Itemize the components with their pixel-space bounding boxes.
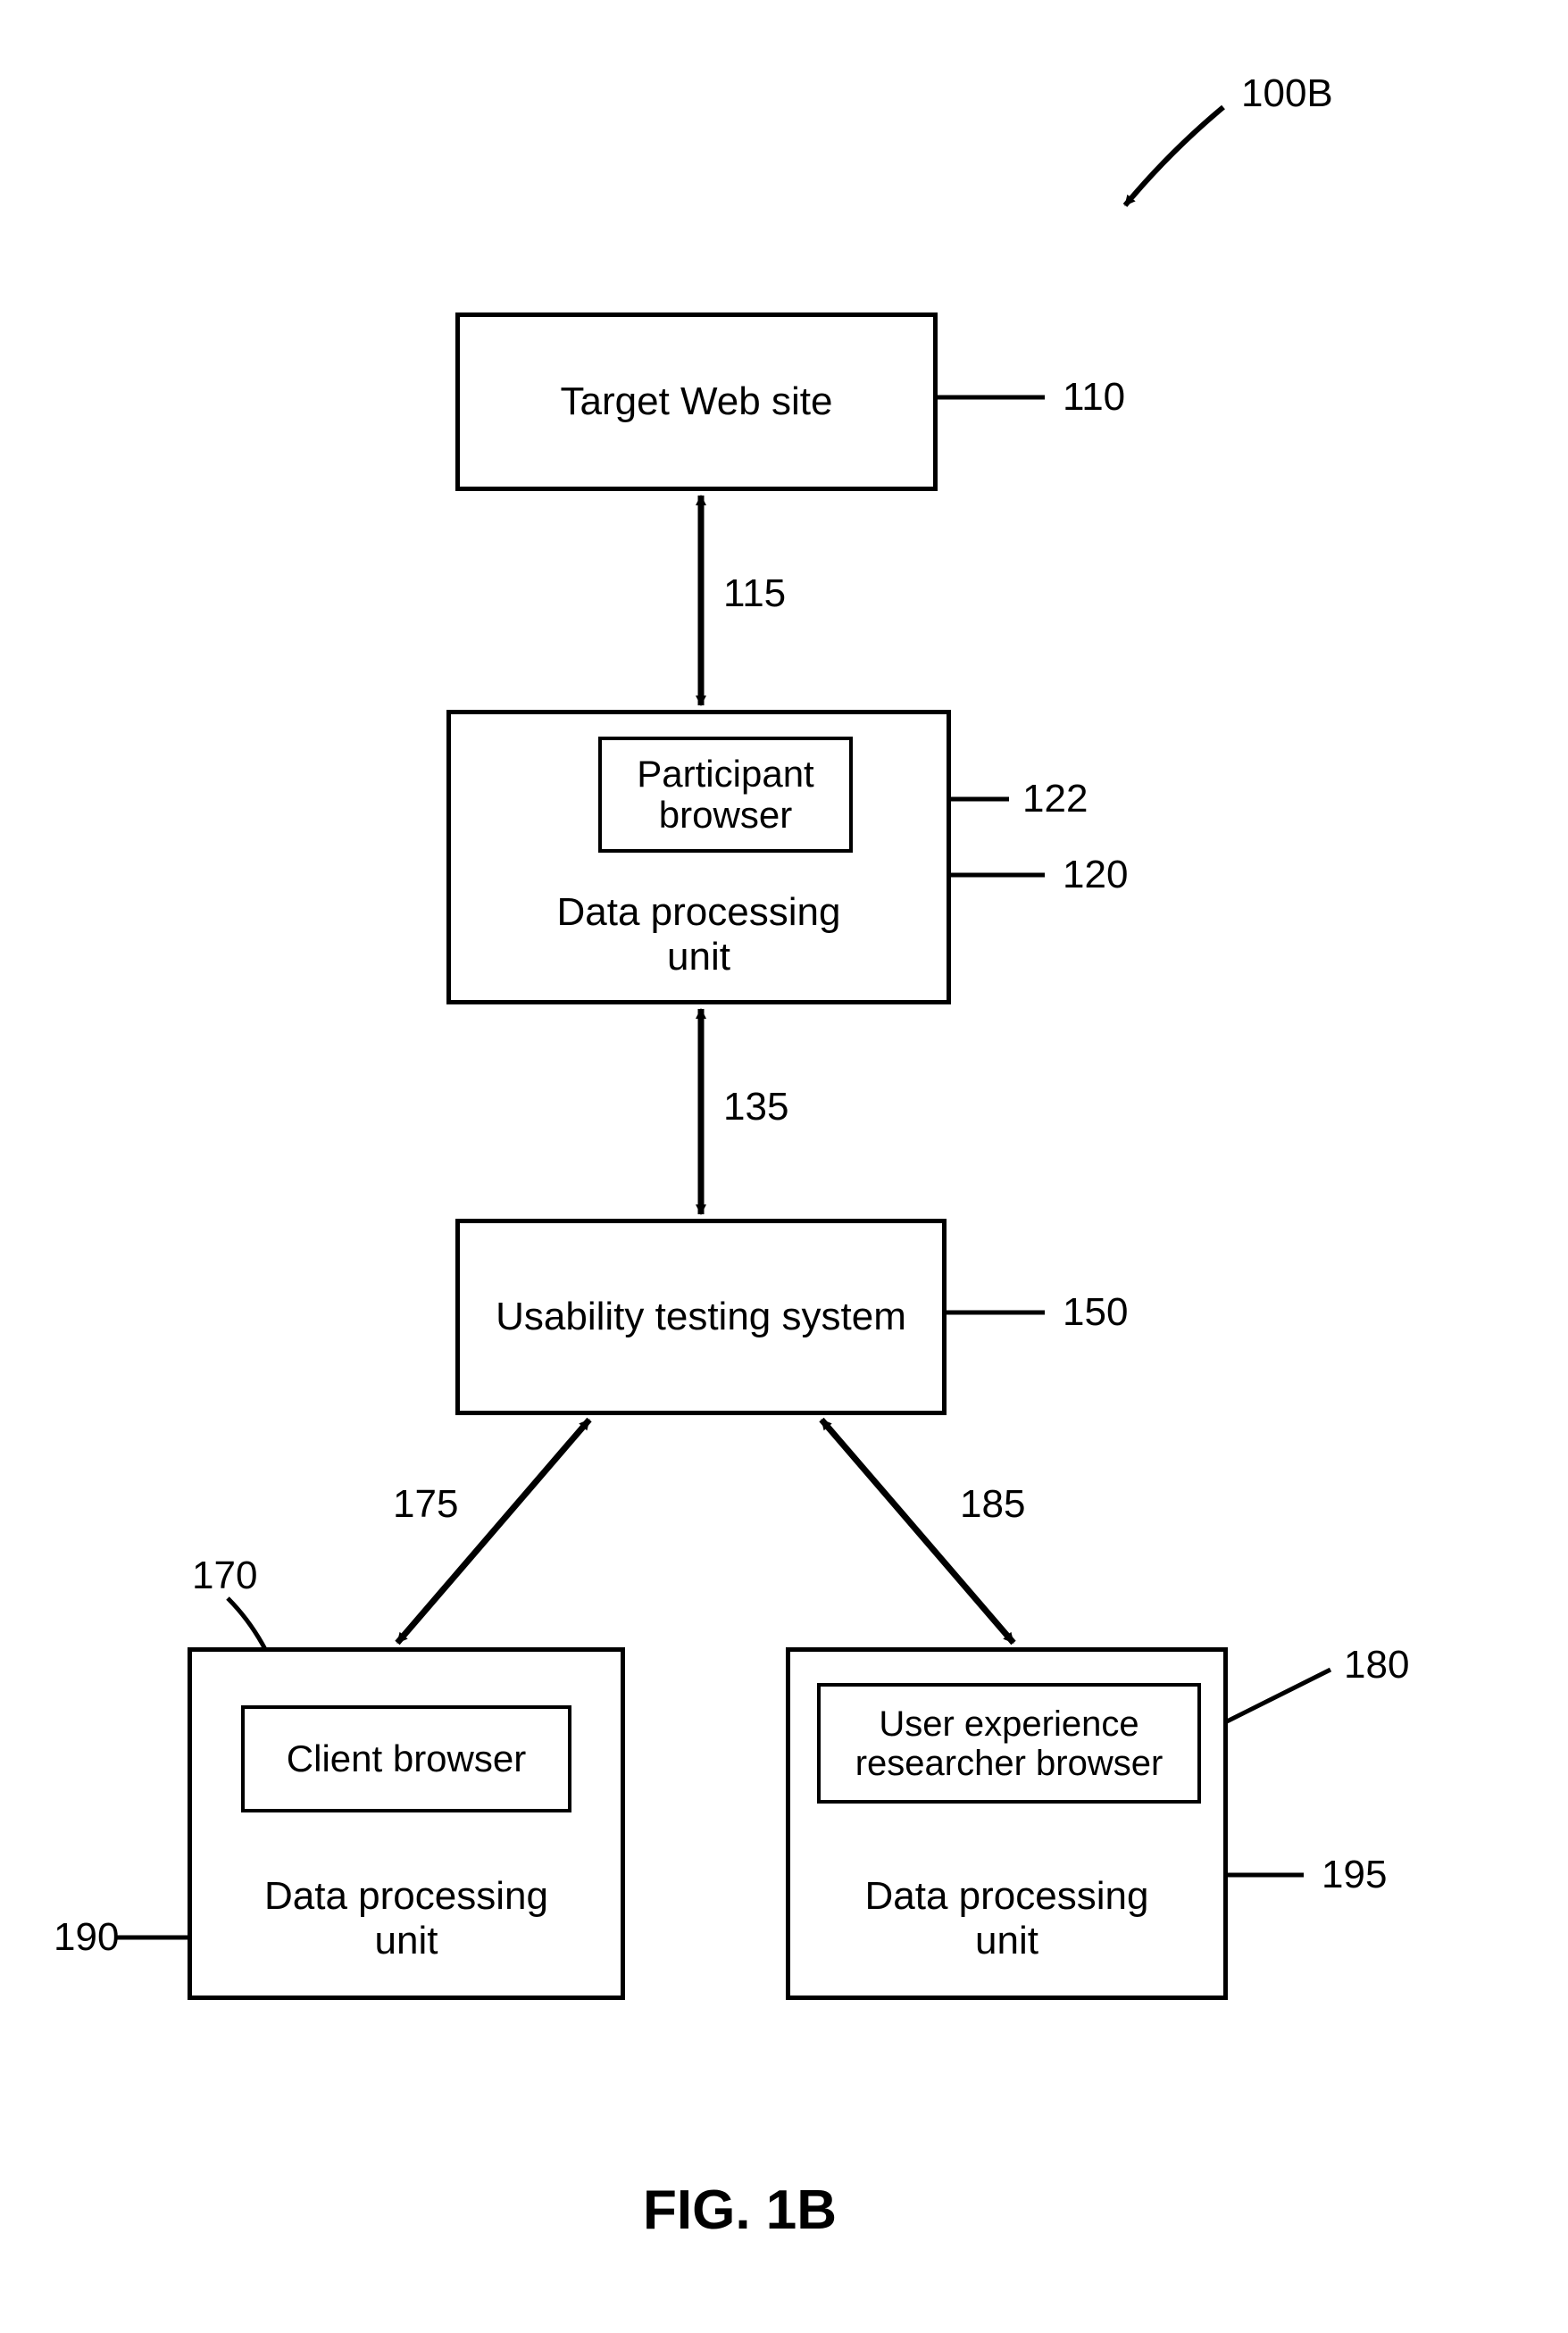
ref-150: 150 <box>1063 1290 1128 1335</box>
diagram-stage: 100B Target Web site 110 115 Data proces… <box>0 0 1568 2333</box>
box-usability-system: Usability testing system <box>455 1219 947 1415</box>
box-client-browser-text: Client browser <box>287 1738 526 1779</box>
connector-115-label: 115 <box>723 571 786 616</box>
ref-122: 122 <box>1022 777 1088 821</box>
box-target-website: Target Web site <box>455 312 938 491</box>
ref-195: 195 <box>1322 1853 1387 1897</box>
figure-ref-label: 100B <box>1241 71 1333 116</box>
connector-135-label: 135 <box>723 1085 788 1129</box>
box-target-website-text: Target Web site <box>561 379 833 425</box>
ref-170: 170 <box>192 1554 257 1598</box>
box-usability-system-text: Usability testing system <box>496 1295 906 1340</box>
box-participant-browser-text: Participant browser <box>637 754 813 836</box>
box-participant-browser: Participant browser <box>598 737 853 853</box>
box-client-dpu: Data processing unit <box>188 1647 625 2000</box>
box-ux-dpu-text: Data processing unit <box>865 1874 1149 1964</box>
box-participant-dpu-text: Data processing unit <box>557 890 841 980</box>
box-ux-browser-text: User experience researcher browser <box>855 1704 1163 1783</box>
ref-120: 120 <box>1063 853 1128 897</box>
ref-190: 190 <box>54 1915 119 1960</box>
ref-180: 180 <box>1344 1643 1409 1687</box>
box-ux-browser: User experience researcher browser <box>817 1683 1201 1804</box>
ref-110: 110 <box>1063 375 1125 420</box>
box-client-dpu-text: Data processing unit <box>264 1874 548 1964</box>
connector-185-label: 185 <box>960 1482 1025 1527</box>
box-client-browser: Client browser <box>241 1705 571 1812</box>
connector-175-label: 175 <box>393 1482 458 1527</box>
figure-caption: FIG. 1B <box>643 2179 837 2242</box>
